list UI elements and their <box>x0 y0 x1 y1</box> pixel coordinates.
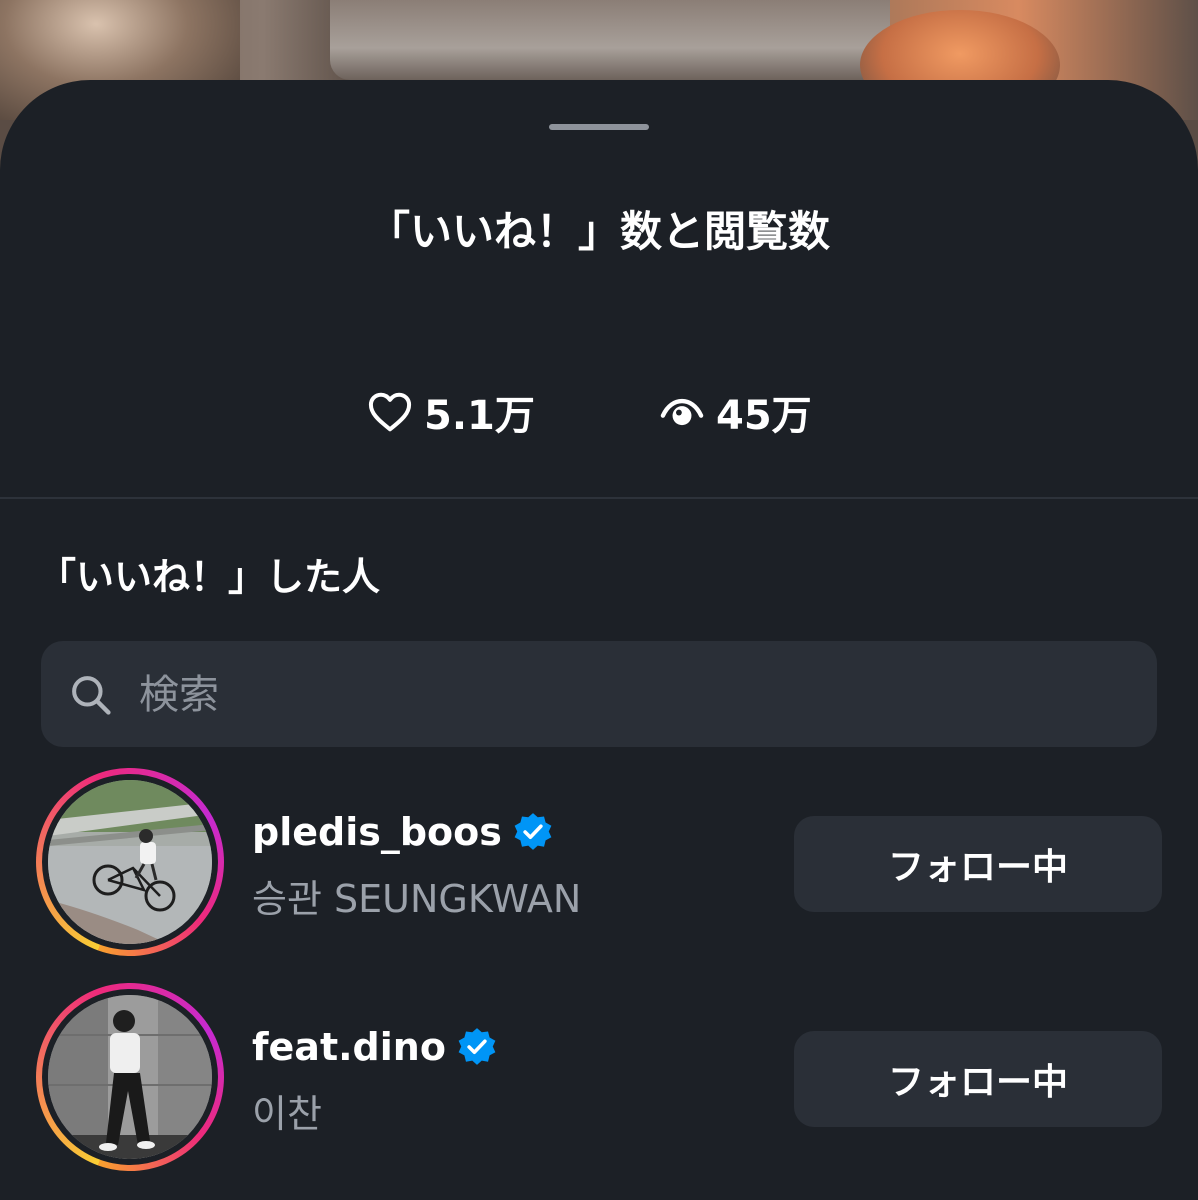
sheet-grabber-handle[interactable] <box>549 124 649 130</box>
eye-icon <box>660 398 704 426</box>
search-bar[interactable] <box>41 641 1157 747</box>
likers-section-title: 「いいね！」した人 <box>38 555 381 599</box>
search-input[interactable] <box>137 659 1121 731</box>
avatar-photo-bicycle <box>48 780 212 944</box>
likes-count: 5.1万 <box>424 393 535 439</box>
username-text[interactable]: pledis_boos <box>252 810 502 854</box>
avatar[interactable] <box>48 995 212 1159</box>
likes-stat: 5.1万 <box>368 382 535 442</box>
full-name: 승관 SEUNGKWAN <box>252 877 582 921</box>
story-ring[interactable] <box>36 768 224 956</box>
liker-row[interactable]: feat.dino 이찬 フォロー中 <box>0 983 1198 1175</box>
section-divider <box>0 497 1198 499</box>
username-text[interactable]: feat.dino <box>252 1025 446 1069</box>
story-ring[interactable] <box>36 983 224 1171</box>
avatar-photo-person-wall <box>48 995 212 1159</box>
heart-outline-icon <box>368 392 412 432</box>
avatar[interactable] <box>48 780 212 944</box>
search-icon <box>72 676 111 715</box>
liker-row[interactable]: pledis_boos 승관 SEUNGKWAN フォロー中 <box>0 768 1198 960</box>
username[interactable]: pledis_boos <box>252 810 554 854</box>
verified-badge-icon <box>458 1028 496 1065</box>
likes-and-views-sheet: 「いいね！」数と閲覧数 5.1万 45万 「いいね！」した人 検索 pledis… <box>0 80 1198 1200</box>
background-blur-center <box>330 0 890 80</box>
views-stat: 45万 <box>660 382 812 442</box>
username[interactable]: feat.dino <box>252 1025 498 1069</box>
full-name: 이찬 <box>252 1092 322 1136</box>
views-count: 45万 <box>716 393 812 439</box>
following-button[interactable]: フォロー中 <box>794 1031 1162 1127</box>
verified-badge-icon <box>514 813 552 850</box>
following-button[interactable]: フォロー中 <box>794 816 1162 912</box>
stats-row: 5.1万 45万 <box>0 382 1198 442</box>
sheet-title: 「いいね！」数と閲覧数 <box>367 207 830 256</box>
